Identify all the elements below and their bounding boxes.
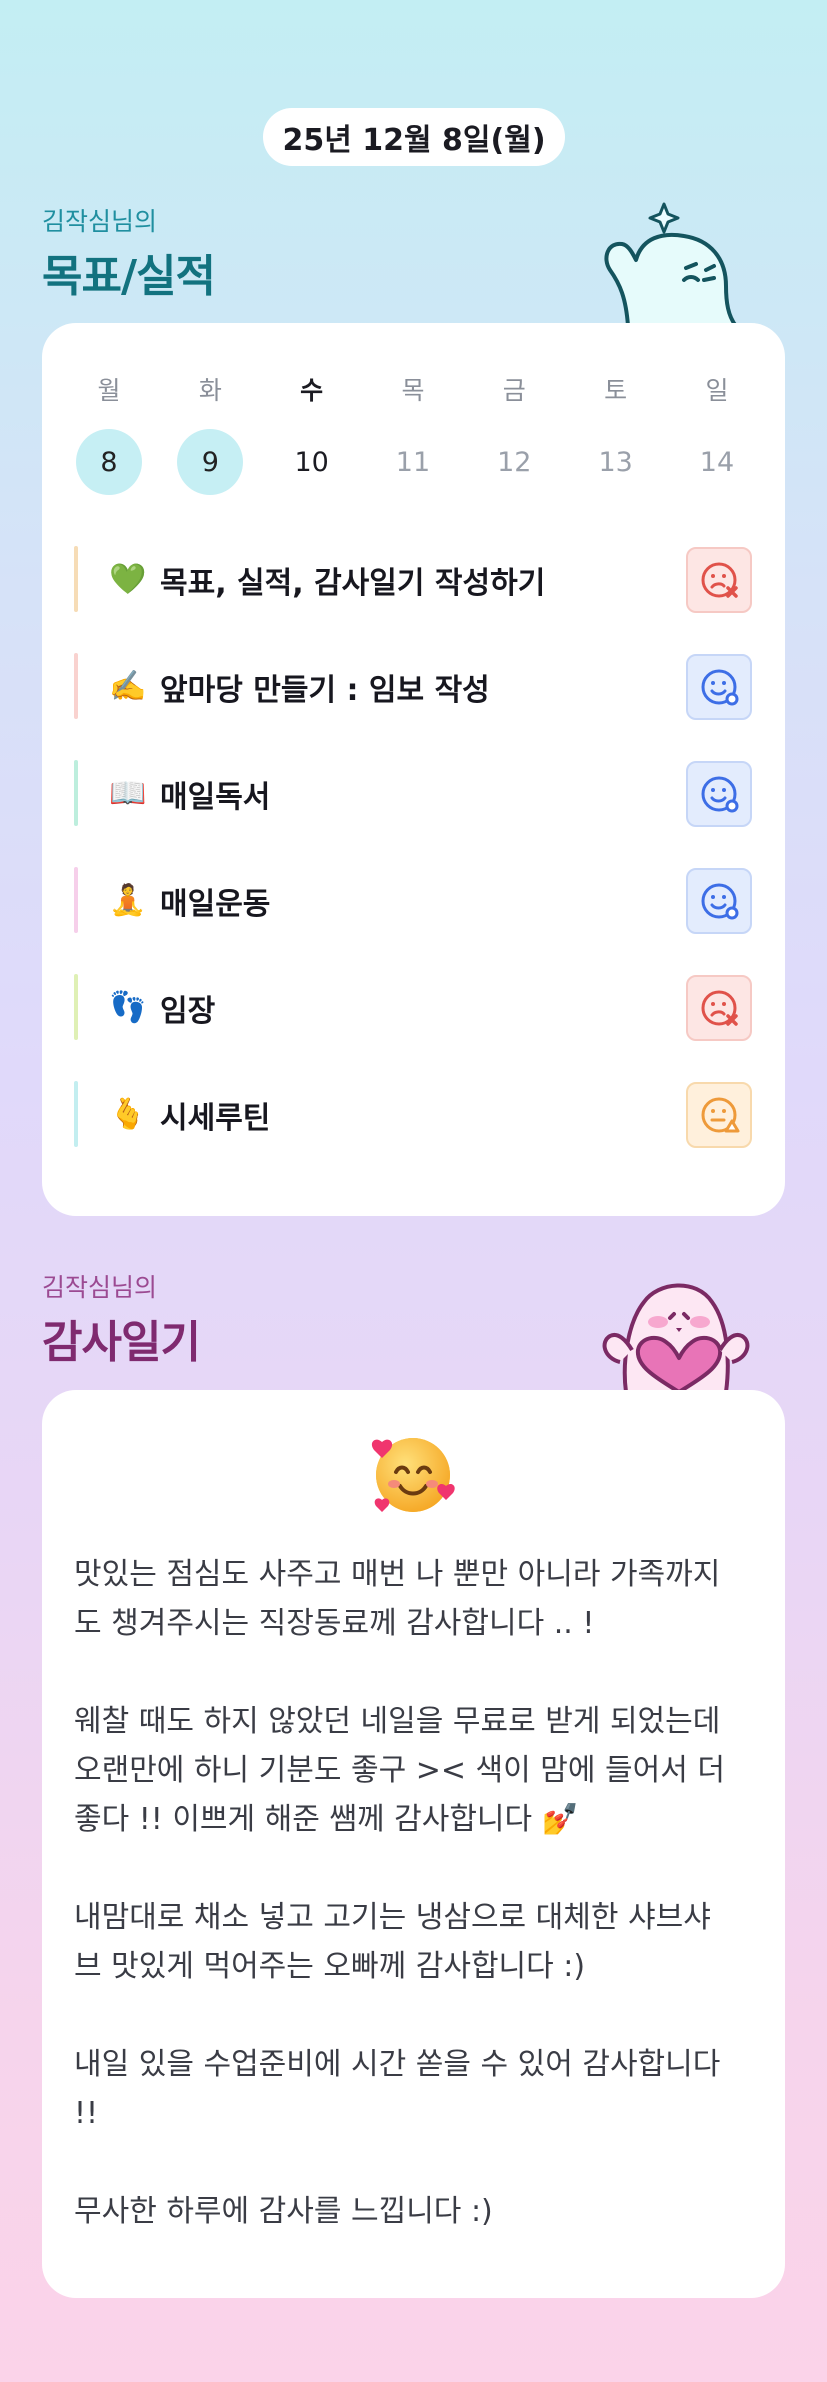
date-badge: 25년 12월 8일(월) xyxy=(263,108,565,166)
goal-color-bar xyxy=(74,653,78,719)
goal-color-bar xyxy=(74,867,78,933)
goal-emoji-icon: 🫰 xyxy=(109,1097,147,1132)
gratitude-entry: 내일 있을 수업준비에 시간 쏟을 수 있어 감사합니다 !! xyxy=(74,2047,721,2131)
goal-item[interactable]: ✍️ 앞마당 만들기 : 임보 작성 xyxy=(74,633,752,740)
weekday-label: 목 xyxy=(401,376,425,405)
goal-label: 매일운동 xyxy=(160,886,271,922)
day-column[interactable]: 목 11 xyxy=(378,371,448,495)
goal-emoji-icon: 💚 xyxy=(109,562,147,597)
day-column[interactable]: 수 10 xyxy=(277,371,347,495)
goal-status-fail-icon[interactable] xyxy=(686,547,752,613)
day-number[interactable]: 9 xyxy=(177,429,244,495)
goal-label: 임장 xyxy=(160,993,216,1029)
goal-status-fail-icon[interactable] xyxy=(686,975,752,1041)
gratitude-section-title: 감사일기 xyxy=(42,1317,201,1368)
goal-label: 시세루틴 xyxy=(160,1100,271,1136)
gratitude-section-header: 김작심님의 감사일기 xyxy=(42,1268,201,1370)
weekday-label: 토 xyxy=(604,376,628,405)
gratitude-entry: 웨찰 때도 하지 않았던 네일을 무료로 받게 되었는데 오랜만에 하니 기분도… xyxy=(74,1704,725,1837)
goal-emoji-icon: 👣 xyxy=(109,990,147,1025)
goal-color-bar xyxy=(74,974,78,1040)
gratitude-entry: 무사한 하루에 감사를 느낍니다 :) xyxy=(74,2194,493,2229)
day-number[interactable]: 14 xyxy=(684,429,750,495)
goal-emoji-icon: ✍️ xyxy=(109,669,147,704)
day-column[interactable]: 토 13 xyxy=(581,371,651,495)
goal-item[interactable]: 🧘 매일운동 xyxy=(74,847,752,954)
goal-emoji-icon: 🧘 xyxy=(109,883,147,918)
goal-item[interactable]: 💚 목표, 실적, 감사일기 작성하기 xyxy=(74,526,752,633)
day-number[interactable]: 11 xyxy=(380,429,446,495)
goal-label: 매일독서 xyxy=(160,779,271,815)
day-number[interactable]: 12 xyxy=(481,429,547,495)
goal-list: 💚 목표, 실적, 감사일기 작성하기 ✍️ 앞마당 만들기 : 임보 작성 📖 매일독서… xyxy=(74,526,752,1168)
weekday-label: 수 xyxy=(300,376,324,405)
mascot-thumbs-up-illustration xyxy=(604,202,738,326)
weekday-label: 화 xyxy=(198,376,222,405)
goal-item[interactable]: 🫰 시세루틴 xyxy=(74,1061,752,1168)
goal-status-ok-icon[interactable] xyxy=(686,761,752,827)
goal-color-bar xyxy=(74,1081,78,1147)
goal-item[interactable]: 📖 매일독서 xyxy=(74,740,752,847)
day-number[interactable]: 13 xyxy=(583,429,649,495)
goals-section-title: 목표/실적 xyxy=(42,251,216,302)
weekday-label: 금 xyxy=(502,376,526,405)
goal-status-partial-icon[interactable] xyxy=(686,1082,752,1148)
goals-card: 월 8 화 9 수 10 목 11 금 12 토 13 일 14 💚 목표, 실적, 감사일기 작성하기 ✍️… xyxy=(42,323,785,1216)
goal-status-ok-icon[interactable] xyxy=(686,868,752,934)
goal-label: 앞마당 만들기 : 임보 작성 xyxy=(160,672,490,708)
weekday-label: 일 xyxy=(705,376,729,405)
gratitude-owner-label: 김작심님의 xyxy=(42,1273,158,1302)
day-number[interactable]: 8 xyxy=(76,429,142,495)
day-column[interactable]: 월8 xyxy=(74,371,144,495)
day-column[interactable]: 일 14 xyxy=(682,371,752,495)
weekday-label: 월 xyxy=(97,376,121,405)
gratitude-entry: 내맘대로 채소 넣고 고기는 냉삼으로 대체한 샤브샤 브 맛있게 먹어주는 오… xyxy=(74,1900,711,1984)
gratitude-card: 맛있는 점심도 사주고 매번 나 뿐만 아니라 가족까지 도 챙겨주시는 직장동… xyxy=(42,1390,785,2298)
week-strip: 월 8 화 9 수 10 목 11 금 12 토 13 일 14 xyxy=(74,371,752,495)
goal-status-ok-icon[interactable] xyxy=(686,654,752,720)
goals-section-header: 김작심님의 목표/실적 xyxy=(42,202,216,304)
goal-item[interactable]: 👣 임장 xyxy=(74,954,752,1061)
day-column[interactable]: 화9 xyxy=(175,371,245,495)
gratitude-entry: 맛있는 점심도 사주고 매번 나 뿐만 아니라 가족까지 도 챙겨주시는 직장동… xyxy=(74,1557,721,1641)
goal-color-bar xyxy=(74,546,78,612)
gratitude-diary-text: 맛있는 점심도 사주고 매번 나 뿐만 아니라 가족까지 도 챙겨주시는 직장동… xyxy=(74,1550,754,2236)
day-number[interactable]: 10 xyxy=(279,429,345,495)
smiling-face-with-hearts-icon xyxy=(371,1438,455,1512)
goal-label: 목표, 실적, 감사일기 작성하기 xyxy=(160,565,546,601)
goal-color-bar xyxy=(74,760,78,826)
goal-emoji-icon: 📖 xyxy=(109,776,147,811)
goals-owner-label: 김작심님의 xyxy=(42,207,158,236)
mascot-heart-illustration xyxy=(602,1283,750,1392)
day-column[interactable]: 금 12 xyxy=(479,371,549,495)
